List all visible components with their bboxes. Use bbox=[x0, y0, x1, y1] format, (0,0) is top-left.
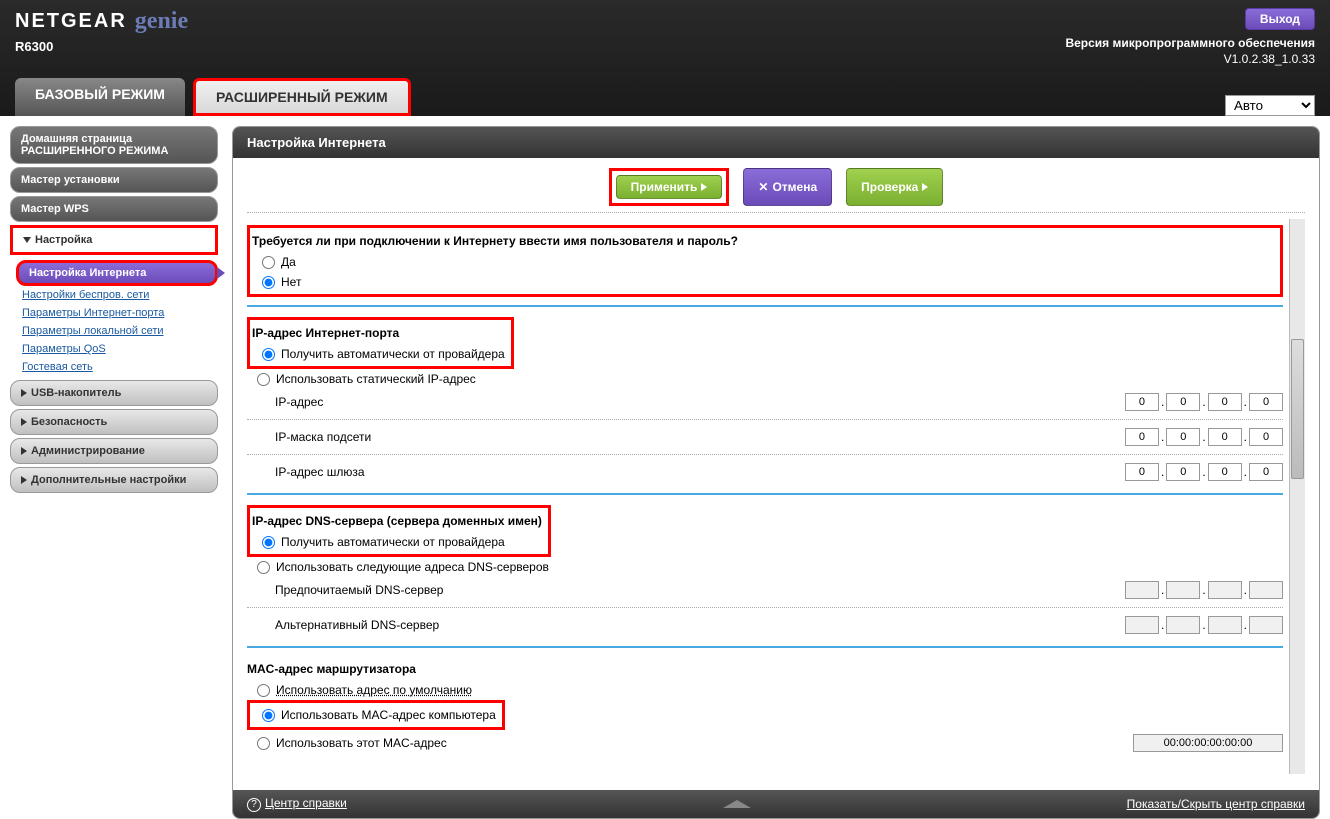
apply-button[interactable]: Применить bbox=[616, 175, 723, 199]
play-icon bbox=[701, 183, 707, 191]
sidebar-sub-wan[interactable]: Параметры Интернет-порта bbox=[16, 304, 218, 322]
dns-section-label: IP-адрес DNS-сервера (сервера доменных и… bbox=[252, 510, 542, 532]
sidebar-advanced[interactable]: Дополнительные настройки bbox=[10, 467, 218, 493]
dns-alt-4[interactable] bbox=[1249, 616, 1283, 634]
firmware-version: V1.0.2.38_1.0.33 bbox=[1065, 52, 1315, 66]
ip-mask-4[interactable] bbox=[1249, 428, 1283, 446]
mac-default-label: Использовать адрес по умолчанию bbox=[276, 683, 472, 697]
ip-addr-1[interactable] bbox=[1125, 393, 1159, 411]
sidebar-security[interactable]: Безопасность bbox=[10, 409, 218, 435]
sidebar-usb[interactable]: USB-накопитель bbox=[10, 380, 218, 406]
firmware-label: Версия микропрограммного обеспечения bbox=[1065, 36, 1315, 50]
dns-alt-3[interactable] bbox=[1208, 616, 1242, 634]
sidebar-setup-wizard[interactable]: Мастер установки bbox=[10, 167, 218, 193]
ip-static-radio[interactable] bbox=[257, 373, 270, 386]
help-center-link[interactable]: Центр справки bbox=[265, 796, 347, 810]
page-title: Настройка Интернета bbox=[233, 127, 1319, 158]
tab-advanced[interactable]: РАСШИРЕННЫЙ РЕЖИМ bbox=[193, 78, 411, 116]
dns-auto-radio[interactable] bbox=[262, 536, 275, 549]
sidebar-sub-lan[interactable]: Параметры локальной сети bbox=[16, 322, 218, 340]
language-select[interactable]: Авто bbox=[1225, 95, 1315, 116]
dns-auto-label: Получить автоматически от провайдера bbox=[281, 535, 505, 549]
sidebar-setup[interactable]: Настройка bbox=[10, 225, 218, 255]
scroll-thumb[interactable] bbox=[1291, 339, 1304, 479]
scrollbar[interactable] bbox=[1289, 219, 1305, 774]
expand-up-icon[interactable] bbox=[723, 800, 751, 808]
mac-pc-label: Использовать MAC-адрес компьютера bbox=[281, 708, 496, 722]
ip-addr-label: IP-адрес bbox=[275, 395, 1125, 409]
dns-pref-3[interactable] bbox=[1208, 581, 1242, 599]
ip-auto-label: Получить автоматически от провайдера bbox=[281, 347, 505, 361]
sidebar-home[interactable]: Домашняя страница РАСШИРЕННОГО РЕЖИМА bbox=[10, 126, 218, 164]
login-question: Требуется ли при подключении к Интернету… bbox=[252, 230, 1274, 252]
sidebar-sub-internet[interactable]: Настройка Интернета bbox=[16, 260, 218, 286]
login-yes-label: Да bbox=[281, 255, 296, 269]
tab-basic[interactable]: БАЗОВЫЙ РЕЖИМ bbox=[15, 78, 185, 116]
dns-alt-label: Альтернативный DNS-сервер bbox=[275, 618, 1125, 632]
sidebar-sub-wireless[interactable]: Настройки беспров. сети bbox=[16, 286, 218, 304]
dns-use-radio[interactable] bbox=[257, 561, 270, 574]
ip-gw-3[interactable] bbox=[1208, 463, 1242, 481]
dns-pref-4[interactable] bbox=[1249, 581, 1283, 599]
ip-mask-2[interactable] bbox=[1166, 428, 1200, 446]
test-button[interactable]: Проверка bbox=[846, 168, 943, 206]
ip-addr-4[interactable] bbox=[1249, 393, 1283, 411]
dns-pref-2[interactable] bbox=[1166, 581, 1200, 599]
login-yes-radio[interactable] bbox=[262, 256, 275, 269]
chevron-right-icon bbox=[21, 389, 27, 397]
dns-pref-label: Предпочитаемый DNS-сервер bbox=[275, 583, 1125, 597]
sidebar-admin[interactable]: Администрирование bbox=[10, 438, 218, 464]
help-icon: ? bbox=[247, 798, 261, 812]
mac-pc-radio[interactable] bbox=[262, 709, 275, 722]
dns-pref-1[interactable] bbox=[1125, 581, 1159, 599]
brand-logo: NETGEAR bbox=[15, 10, 127, 33]
ip-static-label: Использовать статический IP-адрес bbox=[276, 372, 476, 386]
ip-gw-2[interactable] bbox=[1166, 463, 1200, 481]
ip-addr-2[interactable] bbox=[1166, 393, 1200, 411]
product-logo: genie bbox=[135, 8, 188, 35]
ip-addr-3[interactable] bbox=[1208, 393, 1242, 411]
mac-default-radio[interactable] bbox=[257, 684, 270, 697]
mac-this-radio[interactable] bbox=[257, 737, 270, 750]
ip-auto-radio[interactable] bbox=[262, 348, 275, 361]
sidebar-submenu: Настройка Интернета Настройки беспров. с… bbox=[10, 258, 218, 380]
dns-use-label: Использовать следующие адреса DNS-сервер… bbox=[276, 560, 549, 574]
ip-mask-1[interactable] bbox=[1125, 428, 1159, 446]
ip-gw-label: IP-адрес шлюза bbox=[275, 465, 1125, 479]
ip-gw-1[interactable] bbox=[1125, 463, 1159, 481]
sidebar-sub-guest[interactable]: Гостевая сеть bbox=[16, 358, 218, 376]
chevron-right-icon bbox=[21, 447, 27, 455]
ip-mask-label: IP-маска подсети bbox=[275, 430, 1125, 444]
mac-this-label: Использовать этот MAC-адрес bbox=[276, 736, 447, 750]
play-icon bbox=[922, 183, 928, 191]
dns-alt-2[interactable] bbox=[1166, 616, 1200, 634]
chevron-right-icon bbox=[21, 476, 27, 484]
logout-button[interactable]: Выход bbox=[1245, 8, 1315, 30]
toggle-help-link[interactable]: Показать/Скрыть центр справки bbox=[1127, 797, 1305, 811]
main-panel: Настройка Интернета Применить ✕Отмена Пр… bbox=[232, 126, 1320, 819]
help-footer: ? Центр справки Показать/Скрыть центр спр… bbox=[233, 790, 1319, 818]
sidebar-wps-wizard[interactable]: Мастер WPS bbox=[10, 196, 218, 222]
cancel-button[interactable]: ✕Отмена bbox=[743, 168, 832, 206]
close-icon: ✕ bbox=[758, 180, 768, 194]
login-no-label: Нет bbox=[281, 275, 301, 289]
login-no-radio[interactable] bbox=[262, 276, 275, 289]
sidebar-sub-qos[interactable]: Параметры QoS bbox=[16, 340, 218, 358]
chevron-down-icon bbox=[23, 237, 31, 243]
sidebar: Домашняя страница РАСШИРЕННОГО РЕЖИМА Ма… bbox=[10, 126, 218, 819]
ip-mask-3[interactable] bbox=[1208, 428, 1242, 446]
chevron-right-icon bbox=[21, 418, 27, 426]
mac-address-input[interactable] bbox=[1133, 734, 1283, 752]
model-label: R6300 bbox=[15, 39, 188, 54]
dns-alt-1[interactable] bbox=[1125, 616, 1159, 634]
header: NETGEAR genie R6300 Выход Версия микропр… bbox=[0, 0, 1330, 116]
mac-section-label: MAC-адрес маршрутизатора bbox=[247, 658, 1283, 680]
ip-gw-4[interactable] bbox=[1249, 463, 1283, 481]
ip-section-label: IP-адрес Интернет-порта bbox=[252, 322, 505, 344]
